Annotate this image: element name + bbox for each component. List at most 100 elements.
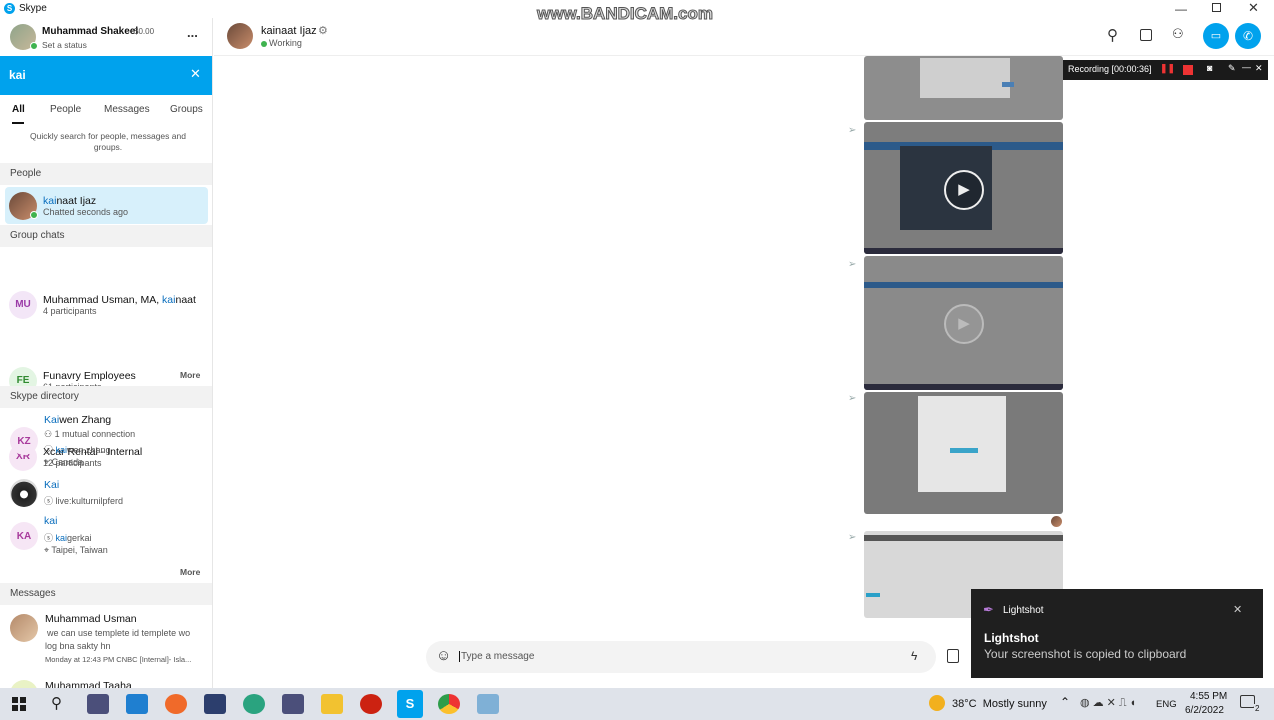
person-sub: Chatted seconds ago — [43, 206, 129, 217]
chat-status: Working — [269, 38, 302, 48]
pause-icon[interactable]: ❚❚ — [1160, 63, 1175, 74]
message-composer[interactable]: ☺ Type a message ϟ — [426, 641, 936, 673]
group-result-mu[interactable]: MU Muhammad Usman, MA, kainaat 4 partici… — [0, 286, 212, 323]
message-result-usman[interactable]: Muhammad Usman we can use templete id te… — [0, 609, 212, 671]
chat-contact-name[interactable]: kainaat Ijaz — [261, 25, 317, 37]
search-icon[interactable]: ⚲ — [1107, 26, 1118, 44]
thumb-taskbar — [864, 248, 1063, 254]
close-recorder-icon[interactable]: ✕ — [1255, 63, 1263, 74]
skype-id: ⓢ kaiwen.zhang — [44, 445, 111, 455]
location: ⌖ Taipei, Taiwan — [44, 545, 108, 555]
magic-icon[interactable]: ϟ — [911, 649, 917, 663]
app3-icon[interactable] — [477, 694, 499, 714]
app2-icon[interactable] — [282, 694, 304, 714]
shared-video-1[interactable]: ▶ — [864, 122, 1063, 254]
mutual-connection: ⚇ 1 mutual connection — [44, 429, 136, 439]
tab-messages[interactable]: Messages — [104, 104, 150, 115]
message-meta: Monday at 12:43 PM CNBC [Internal]- Isla… — [45, 655, 192, 664]
search-input[interactable]: kai — [9, 68, 26, 82]
minimize-button[interactable]: — — [1175, 2, 1187, 16]
app1-icon[interactable] — [87, 694, 109, 714]
maximize-button[interactable] — [1212, 3, 1221, 12]
directory-result-kz[interactable]: KZ Kaiwen Zhang ⚇ 1 mutual connection ⓢ … — [0, 412, 212, 470]
shared-image-1[interactable] — [864, 56, 1063, 120]
section-skype-directory: Skype directory — [0, 386, 212, 408]
directory-name: Kai — [44, 479, 60, 491]
notification-center-icon[interactable] — [1240, 695, 1255, 708]
section-messages: Messages — [0, 583, 212, 605]
group-sub: 4 participants — [43, 305, 97, 316]
recording-label: Recording [00:00:36] — [1068, 64, 1152, 74]
notification-count: 2 — [1254, 704, 1261, 713]
toast-close-icon[interactable]: ✕ — [1233, 603, 1242, 616]
shared-video-2[interactable]: ▶ — [864, 256, 1063, 390]
vscode-icon[interactable] — [126, 694, 148, 714]
windows-taskbar: ⚲ S 38°C Mostly sunny ⌃ ◍☁✕⎍◖ ENG 4:55 P… — [0, 688, 1274, 720]
directory-result-ka[interactable]: KA kai ⓢ kaigerkai ⌖ Taipei, Taiwan — [0, 514, 212, 558]
sent-icon: ➢ — [848, 125, 857, 136]
set-status-link[interactable]: Set a status — [42, 40, 87, 50]
thumb-button — [950, 448, 978, 453]
sidebar: Muhammad Shakeel $0.00 Set a status ... … — [0, 18, 213, 688]
search-taskbar-icon[interactable]: ⚲ — [51, 694, 62, 712]
tab-people[interactable]: People — [50, 104, 81, 115]
message-preview-line1: we can use templete id templete wo — [47, 628, 191, 638]
message-input[interactable]: Type a message — [459, 651, 534, 662]
directory-more-link[interactable]: More — [180, 567, 200, 577]
message-preview-line2: log bna sakty hn — [45, 641, 111, 651]
add-person-icon[interactable]: ⚇ — [1172, 26, 1184, 42]
weather-text[interactable]: 38°C Mostly sunny — [952, 698, 1047, 710]
close-window-button[interactable]: ✕ — [1248, 0, 1259, 16]
gear-icon[interactable]: ⚙ — [318, 24, 328, 37]
seen-avatar — [1051, 516, 1062, 527]
message-result-taaha[interactable]: Muhammad Taaha — [0, 676, 212, 688]
tab-all-underline — [12, 122, 24, 124]
group-name: Muhammad Usman, MA, kainaat — [43, 293, 196, 306]
dash-icon[interactable]: — — [1242, 62, 1251, 72]
windows-start-icon[interactable] — [12, 697, 26, 711]
thumb-button — [866, 593, 880, 597]
location-icon: ⌖ — [44, 457, 52, 467]
tab-all[interactable]: All — [12, 104, 25, 115]
pencil-icon[interactable]: ✎ — [1228, 63, 1236, 74]
visual-studio-icon[interactable] — [204, 694, 226, 714]
skype-taskbar-icon[interactable]: S — [397, 690, 423, 718]
feather-icon: ✒ — [983, 602, 994, 617]
video-call-button[interactable]: ▭ — [1203, 23, 1229, 49]
directory-name: Kaiwen Zhang — [44, 414, 112, 426]
tab-groups[interactable]: Groups — [170, 104, 203, 115]
person-result-kainaat[interactable]: kainaat Ijaz Chatted seconds ago — [5, 187, 208, 224]
postman-icon[interactable] — [165, 694, 187, 714]
groups-more-link[interactable]: More — [180, 370, 200, 380]
section-group-chats: Group chats — [0, 225, 212, 247]
profile-header[interactable]: Muhammad Shakeel $0.00 Set a status ... — [0, 18, 212, 56]
weather-icon[interactable] — [929, 695, 945, 711]
window-title: Skype — [19, 3, 47, 14]
chat-avatar[interactable] — [227, 23, 253, 49]
file-explorer-icon[interactable] — [321, 694, 343, 714]
play-icon[interactable]: ▶ — [944, 304, 984, 344]
directory-result-kai[interactable]: Kai ⓢ live:kulturnilpferd — [0, 477, 212, 509]
camera-icon[interactable]: ◙ — [1207, 63, 1212, 73]
more-options-button[interactable]: ... — [187, 25, 198, 40]
play-icon[interactable]: ▶ — [944, 170, 984, 210]
gallery-icon[interactable] — [1140, 29, 1152, 41]
emoji-icon[interactable]: ☺ — [436, 647, 451, 664]
tray-chevron-icon[interactable]: ⌃ — [1060, 695, 1070, 709]
clock-time[interactable]: 4:55 PM — [1190, 691, 1227, 702]
language-indicator[interactable]: ENG — [1156, 699, 1177, 710]
audio-call-button[interactable]: ✆ — [1235, 23, 1261, 49]
attach-icon[interactable] — [947, 649, 959, 663]
skype-logo-icon: S — [4, 3, 15, 14]
shared-image-2[interactable] — [864, 392, 1063, 514]
tray-icons[interactable]: ◍☁✕⎍◖ — [1080, 696, 1139, 710]
search-bar[interactable]: kai ✕ — [0, 56, 212, 95]
clock-date[interactable]: 6/2/2022 — [1185, 705, 1224, 716]
bandicam-icon[interactable] — [360, 694, 382, 714]
lightshot-toast[interactable]: ✒ Lightshot ✕ Lightshot Your screenshot … — [971, 589, 1263, 678]
working-dot — [261, 41, 267, 47]
edge-icon[interactable] — [243, 694, 265, 714]
chrome-icon[interactable] — [438, 694, 460, 714]
stop-icon[interactable] — [1183, 65, 1193, 75]
clear-search-icon[interactable]: ✕ — [190, 66, 201, 82]
